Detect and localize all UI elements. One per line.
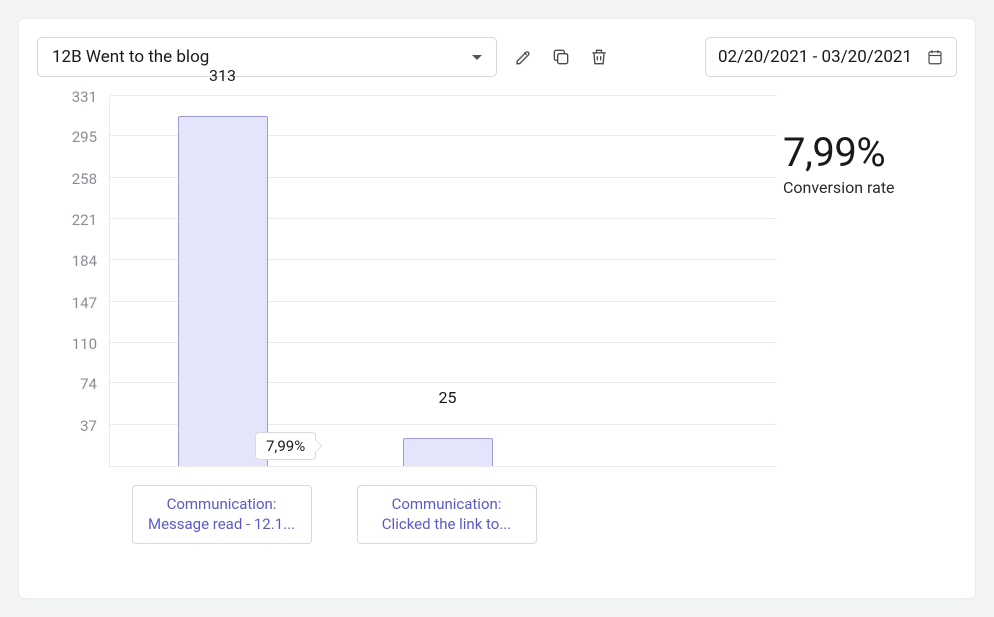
kpi-value: 7,99% bbox=[783, 129, 957, 176]
funnel-step-label[interactable]: Communication: Clicked the link to... bbox=[357, 485, 537, 544]
calendar-icon bbox=[926, 48, 944, 66]
toolbar: 12B Went to the blog 02/20/2021 - 03/20/… bbox=[37, 37, 957, 77]
copy-button[interactable] bbox=[549, 45, 573, 69]
bar[interactable] bbox=[178, 116, 268, 466]
chevron-down-icon bbox=[472, 55, 482, 60]
content: 3774110147184221258295331 313257,99% Com… bbox=[37, 97, 957, 580]
y-tick: 295 bbox=[72, 128, 97, 146]
funnel-card: 12B Went to the blog 02/20/2021 - 03/20/… bbox=[18, 18, 976, 599]
plot-area: 313257,99% bbox=[109, 97, 777, 467]
y-tick: 258 bbox=[72, 170, 97, 188]
copy-icon bbox=[551, 47, 571, 67]
funnel-chart: 3774110147184221258295331 313257,99% Com… bbox=[37, 97, 777, 580]
y-tick: 37 bbox=[80, 417, 97, 435]
bar-value-label: 25 bbox=[403, 388, 493, 413]
date-range-value: 02/20/2021 - 03/20/2021 bbox=[718, 47, 912, 67]
y-tick: 331 bbox=[72, 88, 97, 106]
kpi-label: Conversion rate bbox=[783, 178, 957, 197]
y-tick: 147 bbox=[72, 294, 97, 312]
y-tick: 74 bbox=[80, 375, 97, 393]
bar[interactable] bbox=[403, 438, 493, 466]
y-tick: 221 bbox=[72, 211, 97, 229]
bar-value-label: 313 bbox=[178, 66, 268, 91]
y-tick: 184 bbox=[72, 252, 97, 270]
pencil-icon bbox=[513, 47, 533, 67]
funnel-step-label[interactable]: Communication: Message read - 12.1... bbox=[132, 485, 312, 544]
date-range-picker[interactable]: 02/20/2021 - 03/20/2021 bbox=[705, 37, 957, 77]
step-conversion-tag: 7,99% bbox=[255, 432, 316, 460]
y-tick: 110 bbox=[72, 335, 97, 353]
kpi-panel: 7,99% Conversion rate bbox=[777, 97, 957, 580]
funnel-select-value: 12B Went to the blog bbox=[52, 47, 209, 67]
trash-icon bbox=[589, 47, 609, 67]
y-axis: 3774110147184221258295331 bbox=[37, 97, 109, 467]
x-axis: Communication: Message read - 12.1... Com… bbox=[37, 485, 777, 544]
edit-button[interactable] bbox=[511, 45, 535, 69]
delete-button[interactable] bbox=[587, 45, 611, 69]
